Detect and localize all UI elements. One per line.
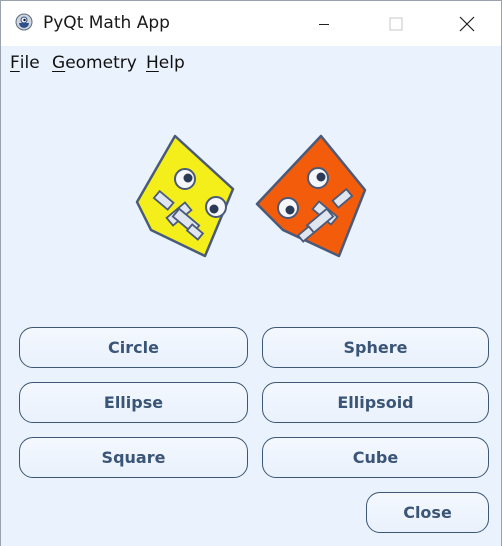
pyqt-logo-icon [15,13,33,31]
menu-bar: File Geometry Help [1,46,501,80]
menu-file-mnemonic: F [10,53,20,73]
ellipsoid-button[interactable]: Ellipsoid [262,382,489,423]
client-area: File Geometry Help Circle Sphere Ellipse… [1,46,501,546]
close-window-button[interactable] [444,1,490,46]
window-title: PyQt Math App [43,13,170,33]
maximize-button[interactable] [373,1,419,46]
menu-help-mnemonic: H [146,53,159,73]
square-button[interactable]: Square [19,437,248,478]
menu-file-label: ile [19,53,40,73]
ellipse-button[interactable]: Ellipse [19,382,248,423]
orange-robot-icon [255,134,367,258]
maximize-icon [389,17,403,30]
qt-robot-logo [135,134,367,258]
menu-geometry-mnemonic: G [52,53,66,73]
circle-button[interactable]: Circle [19,327,248,368]
menu-file[interactable]: File [10,52,40,74]
title-bar[interactable]: PyQt Math App [1,1,501,46]
yellow-robot-icon [135,134,235,258]
close-button[interactable]: Close [366,492,489,533]
menu-geometry[interactable]: Geometry [52,52,137,74]
cube-button[interactable]: Cube [262,437,489,478]
menu-help[interactable]: Help [146,52,185,74]
app-window: PyQt Math App File Geometry Help Circle … [0,0,502,546]
menu-help-label: elp [158,53,185,73]
minimize-icon [319,23,329,25]
close-icon [459,16,475,31]
sphere-button[interactable]: Sphere [262,327,489,368]
menu-geometry-label: eometry [65,53,137,73]
minimize-button[interactable] [301,1,347,46]
